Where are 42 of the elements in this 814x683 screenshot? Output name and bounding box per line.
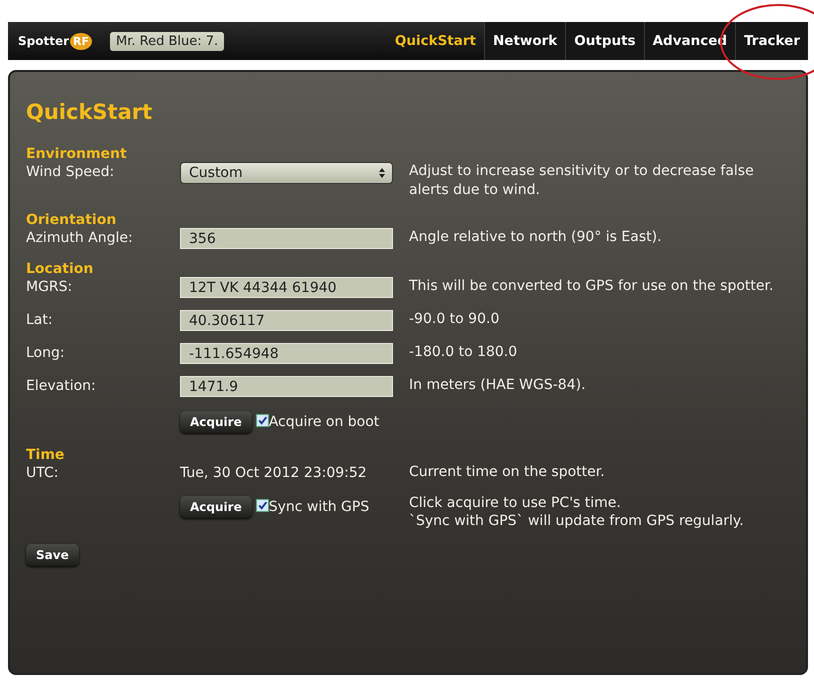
logo: Spotter RF <box>18 32 92 50</box>
wind-speed-select[interactable]: Custom <box>180 162 393 184</box>
help-text: Adjust to increase sensitivity or to decrease false alerts due to wind. <box>409 163 754 198</box>
checkbox-label: Sync with GPS <box>268 499 370 515</box>
help-text: Click acquire to use PC's time. <box>409 494 622 512</box>
acquire-button[interactable]: Acquire <box>180 496 252 518</box>
help-text: In meters (HAE WGS-84). <box>409 377 586 393</box>
field-label: Elevation: <box>26 378 96 394</box>
nav-tab[interactable]: Tracker <box>735 22 808 60</box>
input-field[interactable]: 40.306117 <box>180 310 393 331</box>
field-label: UTC: <box>26 465 58 481</box>
checkbox-label: Acquire on boot <box>268 414 380 430</box>
field-label: Lat: <box>26 312 53 328</box>
input-field[interactable]: 356 <box>180 228 393 249</box>
help-text: -90.0 to 90.0 <box>409 311 500 327</box>
help-text: -180.0 to 180.0 <box>409 344 518 360</box>
input-field[interactable]: 12T VK 44344 61940 <box>180 277 393 298</box>
help-text: This will be converted to GPS for use on the spotter. <box>409 278 774 294</box>
nav-tab[interactable]: Network <box>484 22 566 60</box>
dropdown-arrows-icon <box>378 167 386 179</box>
nav-tab[interactable]: QuickStart <box>386 22 484 60</box>
nav-tab[interactable]: Outputs <box>565 22 644 60</box>
section-heading: Environment <box>26 146 128 162</box>
checkbox[interactable] <box>256 499 269 512</box>
section-heading: Orientation <box>26 212 118 228</box>
checkbox[interactable] <box>256 414 269 427</box>
field-label: Wind Speed: <box>26 164 114 180</box>
section-heading: Location <box>26 261 94 277</box>
help-text: Current time on the spotter. <box>409 464 605 480</box>
input-field[interactable]: -111.654948 <box>180 343 393 364</box>
help-text: Angle relative to north (90° is East). <box>409 229 662 245</box>
field-label: MGRS: <box>26 279 72 295</box>
save-button[interactable]: Save <box>26 544 79 566</box>
device-name-field: Mr. Red Blue: 7. <box>110 32 224 50</box>
section-heading: Time <box>26 447 66 463</box>
utc-time: Tue, 30 Oct 2012 23:09:52 <box>180 464 367 481</box>
help-text: `Sync with GPS` will update from GPS regularly. <box>409 512 745 530</box>
acquire-button[interactable]: Acquire <box>180 411 252 433</box>
input-field[interactable]: 1471.9 <box>180 376 393 397</box>
field-label: Azimuth Angle: <box>26 230 133 246</box>
field-label: Long: <box>26 345 65 361</box>
page-title: QuickStart <box>26 100 154 124</box>
